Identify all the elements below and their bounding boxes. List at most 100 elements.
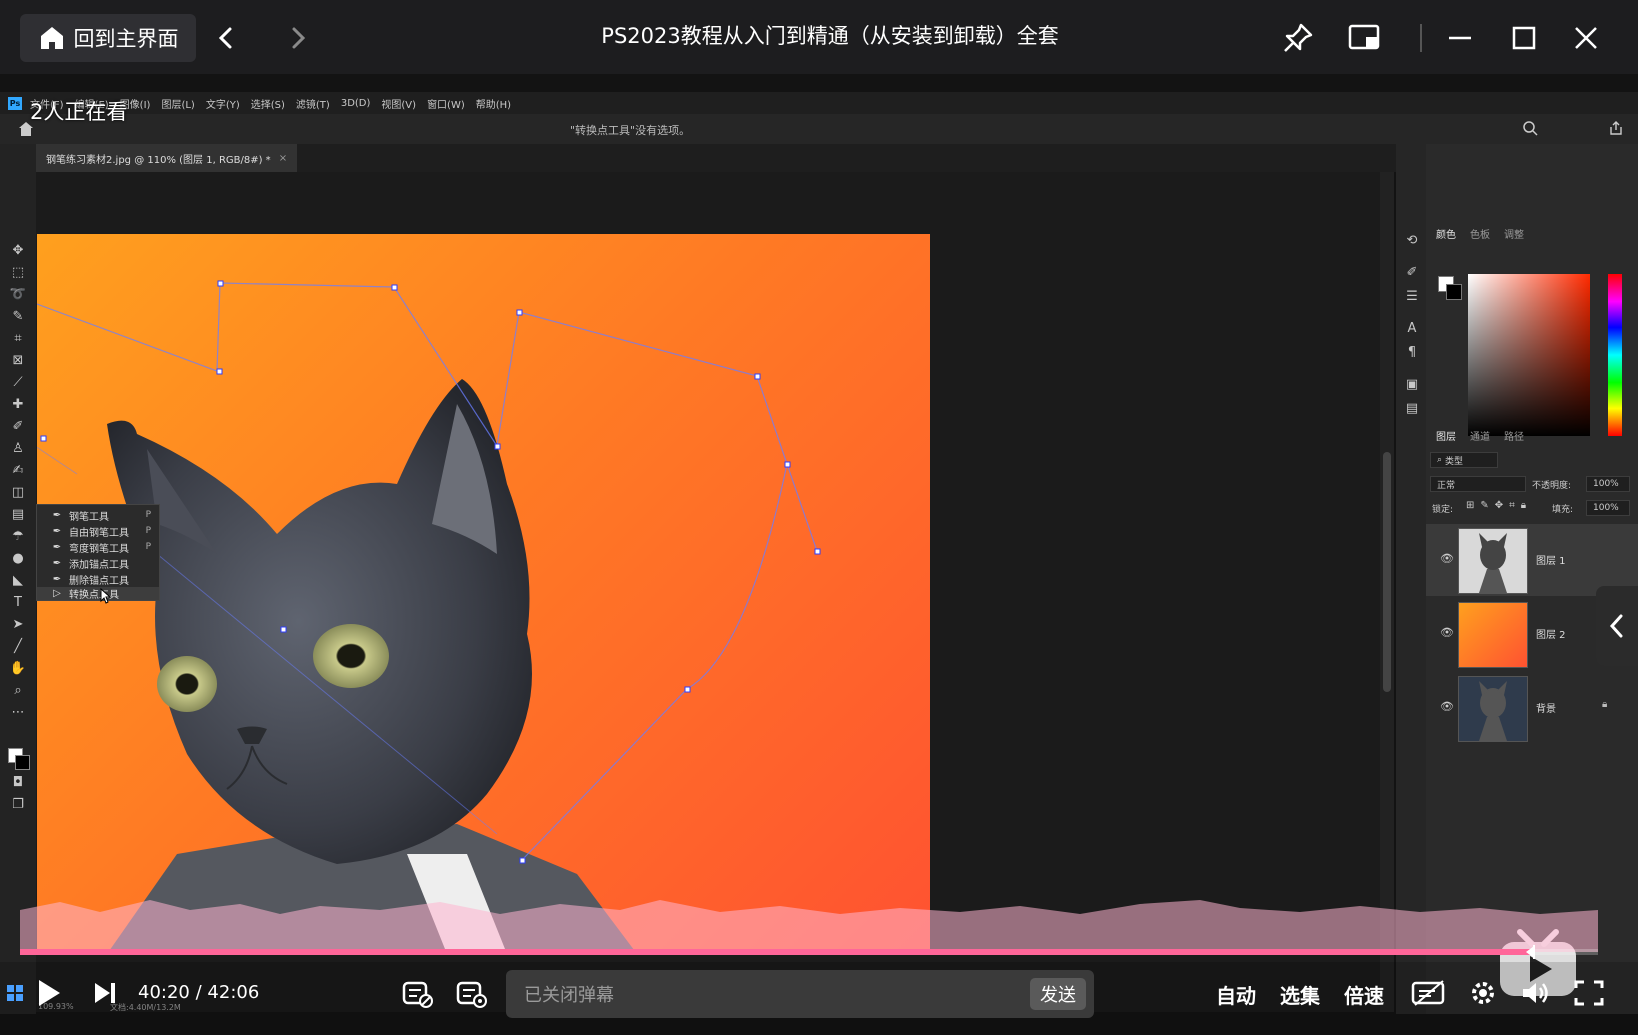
layer-thumbnail: [1458, 602, 1528, 668]
nav-back-button[interactable]: [210, 22, 242, 54]
mini-player-button[interactable]: [1345, 18, 1385, 58]
close-button[interactable]: [1566, 18, 1606, 58]
next-icon: [95, 983, 115, 1003]
blend-mode-value: 正常: [1437, 480, 1456, 491]
tab-paths: 路径: [1504, 432, 1524, 443]
layer-name: 图层 2: [1536, 630, 1566, 641]
maximize-icon: [1512, 26, 1536, 50]
eraser-tool-icon: ◫: [11, 485, 25, 500]
ps-search-icon: [1523, 121, 1538, 136]
lock-icon: 🔒︎: [1602, 699, 1608, 710]
danmaku-input-box: 发送: [506, 970, 1094, 1018]
flyout-item-label: 添加锚点工具: [69, 559, 129, 571]
delete-anchor-icon: ✒: [52, 573, 62, 585]
danmaku-settings-button[interactable]: [454, 976, 488, 1010]
layer-name: 图层 1: [1536, 556, 1566, 567]
progress-knob-icon[interactable]: [1524, 944, 1540, 960]
flyout-item-add-anchor: ✒ 添加锚点工具: [37, 555, 159, 571]
quick-mask-icon: ◘: [12, 775, 24, 790]
send-button[interactable]: 发送: [1030, 978, 1086, 1010]
frame-tool-icon: ⊠: [12, 353, 24, 368]
episodes-button[interactable]: 选集: [1280, 980, 1320, 1009]
pin-button[interactable]: [1278, 18, 1318, 58]
total-time: 42:06: [207, 982, 260, 1003]
back-to-home-button[interactable]: 回到主界面: [20, 14, 196, 62]
ps-share-icon: [1610, 121, 1622, 135]
dodge-tool-icon: ●: [12, 551, 24, 566]
flyout-item-label: 删除锚点工具: [69, 575, 129, 587]
brush-panel-icon: ✐: [1406, 265, 1418, 280]
volume-button[interactable]: [1518, 976, 1552, 1010]
crop-tool-icon: ⌗: [14, 331, 22, 346]
freeform-pen-icon: ✒: [52, 525, 62, 537]
side-panel-expand-button[interactable]: [1596, 586, 1638, 666]
subtitle-button[interactable]: [1410, 976, 1448, 1010]
flyout-item-label: 弯度钢笔工具: [69, 543, 129, 555]
convert-point-icon: ▷: [53, 588, 61, 599]
video-title: PS2023教程从入门到精通（从安装到卸载）全套: [601, 24, 1059, 48]
volume-icon: [1523, 983, 1548, 1003]
mouse-cursor-icon: [100, 588, 112, 604]
tab-layers: 图层: [1436, 432, 1456, 443]
player-title-bar: 回到主界面 PS2023教程从入门到精通（从安装到卸载）全套: [0, 0, 1638, 74]
play-button[interactable]: [32, 976, 66, 1010]
maximize-button[interactable]: [1504, 18, 1544, 58]
blur-tool-icon: ☂: [12, 529, 24, 544]
tab-swatches: 色板: [1470, 230, 1490, 241]
auto-quality-button[interactable]: 自动: [1216, 980, 1256, 1009]
ps-menu-filter: 滤镜(T): [295, 99, 330, 111]
layer-thumbnail: [1458, 528, 1528, 594]
home-label: 回到主界面: [73, 27, 179, 51]
settings-button[interactable]: [1466, 976, 1500, 1010]
color-panel-tabs: 颜色 色板 调整: [1436, 226, 1524, 241]
pin-icon: [1284, 23, 1313, 52]
next-button[interactable]: [90, 978, 120, 1008]
progress-bar[interactable]: [20, 945, 1598, 959]
healing-tool-icon: ✚: [12, 397, 24, 412]
chevron-left-icon: [1609, 614, 1623, 638]
eye-icon: 👁︎: [1440, 552, 1454, 565]
ps-document-tab-label: 钢笔练习素材2.jpg @ 110% (图层 1, RGB/8#) *: [46, 154, 271, 166]
cat-thumbnail: [1459, 529, 1527, 593]
fullscreen-icon: [1574, 980, 1604, 1006]
home-icon: [40, 27, 63, 49]
danmaku-toggle-button[interactable]: [400, 976, 434, 1010]
ps-menu-select: 选择(S): [250, 99, 285, 111]
flyout-item-shortcut: P: [145, 526, 151, 536]
pen-tool-flyout-menu: ✒ 钢笔工具 P ✒ 自由钢笔工具 P ✒ 弯度钢笔工具 P ✒ 添加锚点工具 …: [36, 504, 160, 601]
layer-filter-select: ⌕ 类型: [1430, 452, 1498, 468]
eyedropper-tool-icon: ⟋: [13, 375, 23, 390]
ps-logo: Ps: [8, 96, 22, 110]
ps-options-text: "转换点工具"没有选项。: [570, 124, 691, 137]
time-display: 40:20 / 42:06: [138, 982, 259, 1003]
close-icon: [1575, 27, 1597, 49]
nav-forward-button[interactable]: [282, 22, 314, 54]
zoom-tool-icon: ⌕: [14, 683, 22, 698]
minimize-button[interactable]: [1440, 18, 1480, 58]
fullscreen-button[interactable]: [1570, 976, 1608, 1010]
flyout-item-shortcut: P: [145, 542, 151, 552]
ps-document-tab: 钢笔练习素材2.jpg @ 110% (图层 1, RGB/8#) * ×: [36, 144, 298, 172]
flyout-item-delete-anchor: ✒ 删除锚点工具: [37, 571, 159, 587]
speed-button[interactable]: 倍速: [1344, 980, 1384, 1009]
background-color-swatch: [15, 755, 30, 770]
type-tool-icon: T: [14, 595, 22, 610]
path-select-tool-icon: ➤: [12, 617, 24, 632]
more-tools-icon: ⋯: [11, 705, 25, 720]
ps-menu-layer: 图层(L): [161, 99, 195, 111]
history-panel-icon: ⟲: [1406, 233, 1418, 248]
layer-filter-value: 类型: [1445, 456, 1464, 467]
hand-tool-icon: ✋: [9, 661, 27, 676]
danmaku-off-icon: [402, 981, 433, 1008]
chevron-left-icon: [218, 27, 232, 49]
opacity-field: 100%: [1586, 476, 1630, 492]
layer-name: 背景: [1536, 704, 1556, 715]
ps-options-bar: "转换点工具"没有选项。: [0, 114, 1638, 144]
progress-bar-fill: [20, 949, 1532, 955]
danmaku-input[interactable]: [522, 980, 996, 1010]
adjustments-panel-icon: ☰: [1406, 289, 1418, 304]
flyout-item-pen: ✒ 钢笔工具 P: [37, 507, 159, 523]
ps-document-tab-row: 钢笔练习素材2.jpg @ 110% (图层 1, RGB/8#) * ×: [36, 144, 1396, 172]
ps-menu-bar: Ps 文件(F) 编辑(E) 图像(I) 图层(L) 文字(Y) 选择(S) 滤…: [0, 92, 1638, 114]
titlebar-divider: [1420, 24, 1422, 52]
